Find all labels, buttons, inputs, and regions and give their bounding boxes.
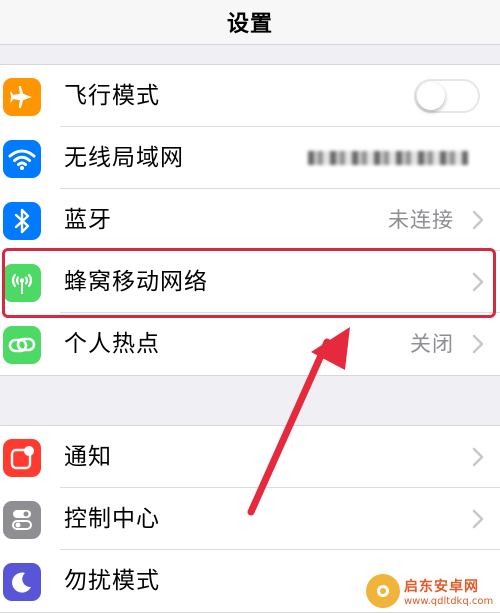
annotation-arrow (247, 327, 350, 516)
watermark-name: 启东安卓网 (404, 578, 479, 595)
watermark-url: www.qdltdkq.com (404, 595, 494, 607)
watermark-text: 启东安卓网 www.qdltdkq.com (404, 576, 493, 607)
watermark-logo-icon (366, 574, 400, 608)
watermark: 启东安卓网 www.qdltdkq.com (366, 571, 494, 611)
